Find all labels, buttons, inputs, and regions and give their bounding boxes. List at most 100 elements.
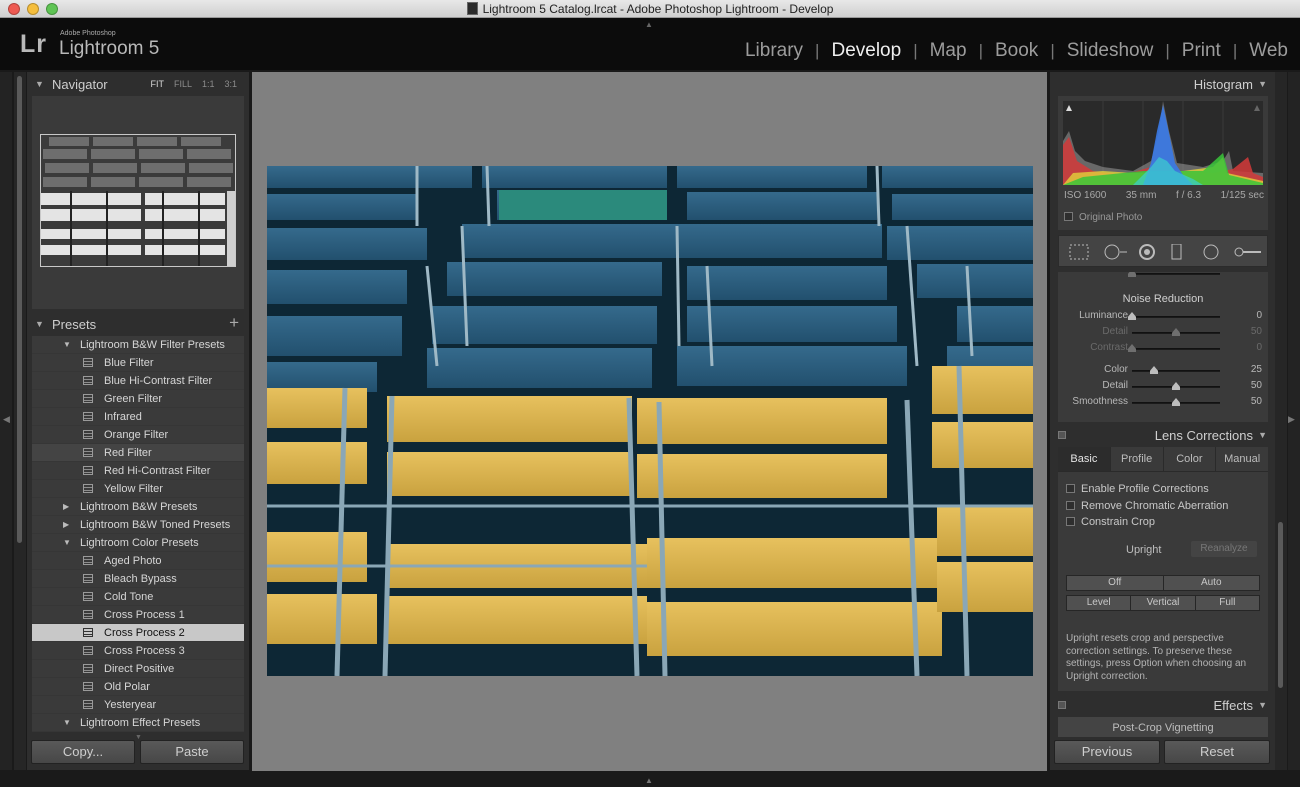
slider-value[interactable]: 50 [1251,380,1262,391]
preset-item[interactable]: Yesteryear [32,696,244,714]
lens-option[interactable]: Constrain Crop [1066,516,1155,528]
preset-folder[interactable]: ▼ Lightroom B&W Filter Presets [32,336,244,354]
preset-item[interactable]: Blue Filter [32,354,244,372]
navigator-header[interactable]: ▼ Navigator FIT FILL 1:1 3:1 [27,72,249,96]
folder-collapsed-icon[interactable]: ▶ [63,502,69,511]
module-slideshow[interactable]: Slideshow [1055,40,1166,62]
module-map[interactable]: Map [918,40,979,62]
slider-knob[interactable] [1128,272,1136,277]
right-panel-toggle-icon[interactable]: ▶ [1288,414,1295,425]
slider-knob[interactable] [1128,344,1136,352]
checkbox[interactable] [1066,517,1075,526]
folder-expanded-icon[interactable]: ▼ [63,718,71,727]
slider-track[interactable] [1132,316,1220,318]
preset-item[interactable]: Cross Process 3 [32,642,244,660]
preset-item[interactable]: Cross Process 2 [32,624,244,642]
lens-corrections-header[interactable]: Lens Corrections ▼ [1050,423,1275,447]
slider-value[interactable]: 50 [1251,326,1262,337]
slider-knob[interactable] [1128,312,1136,320]
histogram-collapse-icon[interactable]: ▼ [1258,79,1267,89]
folder-expanded-icon[interactable]: ▼ [63,538,71,547]
slider-knob[interactable] [1172,382,1180,390]
checkbox[interactable] [1066,500,1075,510]
slider-knob[interactable] [1172,398,1180,406]
preset-item[interactable]: Blue Hi-Contrast Filter [32,372,244,390]
previous-button[interactable]: Previous [1054,740,1160,764]
navigator-zoom-1-1[interactable]: 1:1 [202,79,215,89]
copy-button[interactable]: Copy... [31,740,135,764]
lens-option[interactable]: Enable Profile Corrections [1066,483,1209,495]
preset-item[interactable]: Green Filter [32,390,244,408]
preset-item[interactable]: Cross Process 1 [32,606,244,624]
preset-item[interactable]: Old Polar [32,678,244,696]
right-scrollbar-thumb[interactable] [1278,522,1283,688]
radial-filter-icon[interactable] [1201,244,1221,265]
paste-button[interactable]: Paste [140,740,244,764]
histogram-header[interactable]: Histogram ▼ [1050,72,1275,96]
graduated-filter-icon[interactable] [1169,243,1185,265]
left-panel-toggle-icon[interactable]: ◀ [3,414,10,425]
module-web[interactable]: Web [1237,40,1300,62]
original-photo-checkbox[interactable] [1064,212,1073,221]
tab-profile[interactable]: Profile [1111,447,1164,471]
folder-collapsed-icon[interactable]: ▶ [63,520,69,529]
histogram-graph[interactable] [1063,101,1263,185]
module-print[interactable]: Print [1170,40,1233,62]
preset-item[interactable]: Yellow Filter [32,480,244,498]
folder-expanded-icon[interactable]: ▼ [63,340,71,349]
module-book[interactable]: Book [983,40,1050,62]
navigator-collapse-icon[interactable]: ▼ [35,79,44,89]
add-preset-icon[interactable]: + [229,313,239,333]
slider-value[interactable]: 25 [1251,364,1262,375]
module-develop[interactable]: Develop [819,40,913,62]
navigator-zoom-3-1[interactable]: 3:1 [224,79,237,89]
preset-item[interactable]: Cold Tone [32,588,244,606]
slider-knob[interactable] [1150,366,1158,374]
tab-basic[interactable]: Basic [1058,447,1111,471]
preset-folder[interactable]: ▼ Lightroom Effect Presets [32,714,244,732]
preset-item[interactable]: Infrared [32,408,244,426]
slider-knob[interactable] [1172,328,1180,336]
preset-item[interactable]: Red Hi-Contrast Filter [32,462,244,480]
lens-corrections-switch[interactable] [1058,431,1066,439]
checkbox[interactable] [1066,484,1075,493]
presets-header[interactable]: ▼ Presets + [27,312,249,336]
original-photo-toggle[interactable]: Original Photo [1064,212,1142,223]
effects-header[interactable]: Effects ▼ [1050,693,1275,717]
navigator-zoom-fit[interactable]: FIT [150,79,164,89]
upright-vertical-button[interactable]: Vertical [1131,596,1196,610]
navigator-thumbnail[interactable] [40,134,236,267]
adjustment-brush-icon[interactable] [1233,244,1263,265]
slider-track[interactable] [1132,348,1220,350]
preset-item[interactable]: Direct Positive [32,660,244,678]
lens-corrections-collapse-icon[interactable]: ▼ [1258,430,1267,440]
reset-button[interactable]: Reset [1164,740,1270,764]
upright-off-button[interactable]: Off [1067,576,1164,590]
slider-value[interactable]: 50 [1251,396,1262,407]
reanalyze-button[interactable]: Reanalyze [1191,541,1257,557]
upright-full-button[interactable]: Full [1196,596,1259,610]
filmstrip-toggle-icon[interactable]: ▲ [645,776,653,785]
left-scrollbar-thumb[interactable] [17,76,22,543]
effects-collapse-icon[interactable]: ▼ [1258,700,1267,710]
preset-item[interactable]: Orange Filter [32,426,244,444]
preset-item[interactable]: Red Filter [32,444,244,462]
effects-switch[interactable] [1058,701,1066,709]
preset-item[interactable]: Aged Photo [32,552,244,570]
red-eye-icon[interactable] [1137,244,1157,265]
lens-option[interactable]: Remove Chromatic Aberration [1066,500,1228,512]
navigator-zoom-fill[interactable]: FILL [174,79,192,89]
preset-folder[interactable]: ▼ Lightroom Color Presets [32,534,244,552]
preset-folder[interactable]: ▶ Lightroom B&W Presets [32,498,244,516]
right-panel-scrollbar[interactable] [1275,72,1287,770]
preset-item[interactable]: Bleach Bypass [32,570,244,588]
main-photo[interactable] [267,166,1033,676]
left-panel-scrollbar[interactable] [14,72,26,770]
module-library[interactable]: Library [733,40,815,62]
preset-folder[interactable]: ▶ Lightroom B&W Toned Presets [32,516,244,534]
crop-overlay-icon[interactable] [1069,244,1089,265]
upright-level-button[interactable]: Level [1067,596,1132,610]
top-panel-toggle-icon[interactable]: ▲ [645,20,653,29]
slider-track[interactable] [1132,370,1220,372]
presets-collapse-icon[interactable]: ▼ [35,319,44,329]
